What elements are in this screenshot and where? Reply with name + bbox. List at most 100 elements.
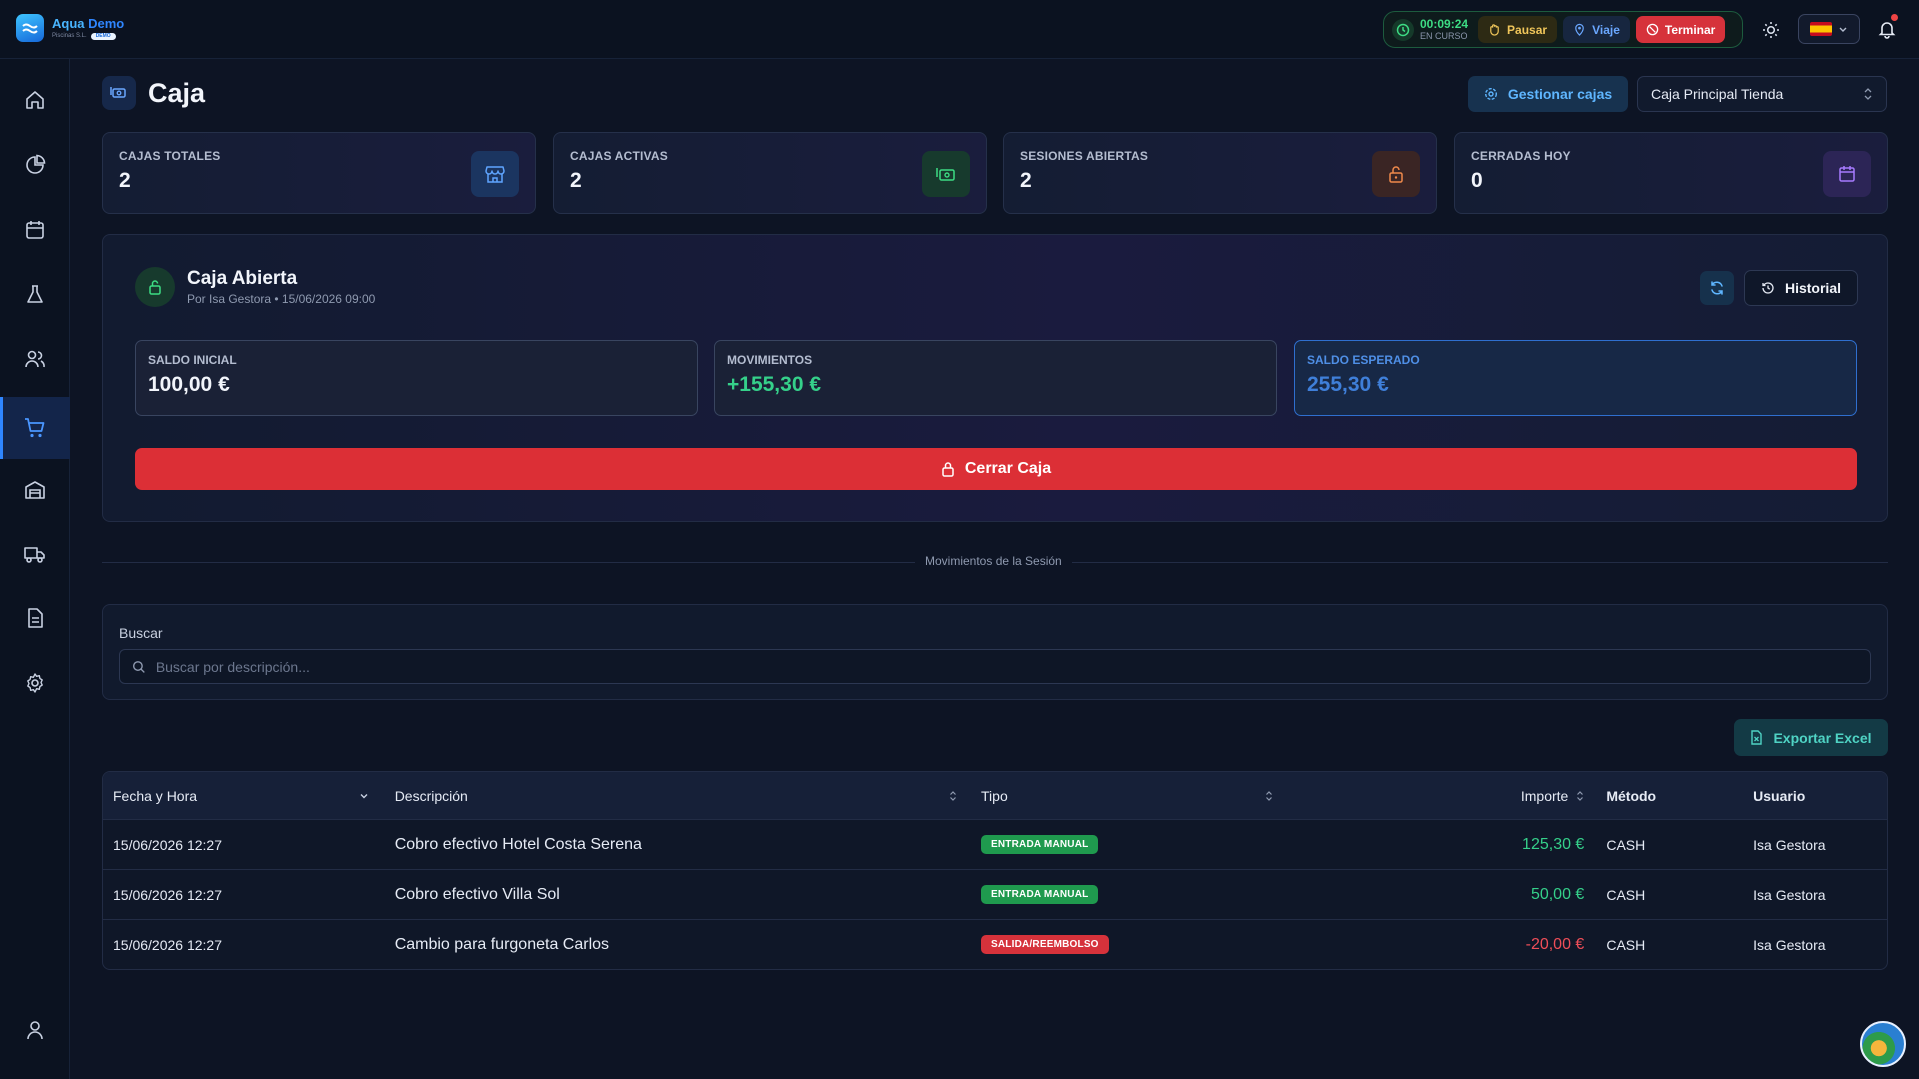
row-description: Cambio para furgoneta Carlos bbox=[394, 935, 610, 953]
shopping-cart-icon bbox=[25, 418, 45, 438]
row-description: Cobro efectivo Villa Sol bbox=[394, 885, 560, 903]
register-select-value: Caja Principal Tienda bbox=[1651, 86, 1784, 102]
truck-icon bbox=[24, 547, 45, 563]
language-select[interactable] bbox=[1798, 14, 1860, 44]
theme-toggle-sun-icon[interactable] bbox=[1760, 19, 1782, 41]
section-divider-label: Movimientos de la Sesión bbox=[915, 554, 1072, 568]
export-excel-button[interactable]: Exportar Excel bbox=[1734, 719, 1888, 756]
column-header-type[interactable]: Tipo bbox=[971, 772, 1287, 819]
unlock-icon bbox=[135, 267, 175, 307]
search-input[interactable] bbox=[155, 658, 1858, 675]
notifications-bell-icon[interactable] bbox=[1876, 14, 1898, 40]
cash-icon bbox=[922, 151, 970, 197]
logo-icon bbox=[16, 14, 44, 42]
sidebar-item-clients[interactable] bbox=[0, 328, 70, 390]
row-type: ENTRADA MANUAL bbox=[971, 870, 1287, 919]
page-header: Caja bbox=[102, 76, 205, 110]
brand-subtitle: Piscinas S.L. bbox=[52, 33, 87, 39]
row-user: Isa Gestora bbox=[1753, 886, 1826, 903]
user-profile-icon[interactable] bbox=[24, 1019, 46, 1041]
sidebar-item-home[interactable] bbox=[0, 69, 70, 131]
column-header-description[interactable]: Descripción bbox=[385, 772, 971, 819]
app-logo[interactable]: Aqua Demo Piscinas S.L. DEMO bbox=[16, 14, 124, 42]
chevron-updown-icon bbox=[1864, 88, 1872, 100]
page-title: Caja bbox=[148, 77, 206, 108]
row-date: 15/06/2026 12:27 bbox=[113, 886, 222, 903]
sort-icon bbox=[1265, 790, 1272, 801]
demo-badge: DEMO bbox=[90, 32, 116, 40]
row-type: SALIDA/REEMBOLSO bbox=[971, 920, 1287, 969]
stat-card-closed-today: CERRADAS HOY 0 bbox=[1454, 132, 1888, 214]
row-method: CASH bbox=[1606, 836, 1646, 853]
spain-flag-icon bbox=[1810, 22, 1832, 36]
row-description: Cobro efectivo Hotel Costa Serena bbox=[394, 835, 642, 853]
search-label: Buscar bbox=[119, 625, 163, 641]
type-badge: ENTRADA MANUAL bbox=[981, 835, 1099, 854]
column-header-user: Usuario bbox=[1753, 787, 1806, 804]
manage-registers-button[interactable]: Gestionar cajas bbox=[1468, 76, 1628, 112]
flask-icon bbox=[27, 285, 43, 303]
row-method: CASH bbox=[1606, 886, 1646, 903]
column-header-date[interactable]: Fecha y Hora bbox=[103, 772, 385, 819]
pie-chart-icon bbox=[26, 154, 46, 174]
row-type: ENTRADA MANUAL bbox=[971, 820, 1287, 869]
sidebar-item-fleet[interactable] bbox=[0, 523, 70, 585]
row-method: CASH bbox=[1606, 936, 1646, 953]
work-timer: 00:09:24 EN CURSO Pausar Viaje Terminar bbox=[1383, 11, 1743, 48]
table-row[interactable]: 15/06/2026 12:27 Cobro efectivo Villa So… bbox=[103, 869, 1887, 919]
sidebar-item-pos[interactable] bbox=[0, 397, 70, 459]
movements-card: MOVIMIENTOS +155,30 € bbox=[714, 340, 1277, 416]
sidebar-item-warehouse[interactable] bbox=[0, 459, 70, 521]
table-row[interactable]: 15/06/2026 12:27 Cambio para furgoneta C… bbox=[103, 919, 1887, 969]
expected-balance-card: SALDO ESPERADO 255,30 € bbox=[1294, 340, 1857, 416]
close-register-button[interactable]: Cerrar Caja bbox=[135, 448, 1857, 490]
pause-hand-icon bbox=[1490, 24, 1499, 36]
movements-table: Fecha y Hora Descripción Tipo Importe Mé… bbox=[102, 771, 1888, 970]
end-button[interactable]: Terminar bbox=[1635, 16, 1726, 43]
timer-time: 00:09:24 bbox=[1420, 17, 1469, 31]
users-icon bbox=[25, 350, 45, 368]
register-select[interactable]: Caja Principal Tienda bbox=[1637, 76, 1887, 112]
stat-card-active-registers: CAJAS ACTIVAS 2 bbox=[553, 132, 987, 214]
history-button[interactable]: Historial bbox=[1744, 270, 1858, 306]
stat-card-total-registers: CAJAS TOTALES 2 bbox=[102, 132, 536, 214]
calendar-icon bbox=[1823, 151, 1871, 197]
sort-icon bbox=[950, 790, 956, 801]
warehouse-icon bbox=[25, 481, 45, 499]
sidebar-item-analysis[interactable] bbox=[0, 263, 70, 325]
calendar-icon bbox=[26, 221, 44, 239]
open-register-panel: Caja Abierta Por Isa Gestora • 15/06/202… bbox=[102, 234, 1888, 522]
column-header-amount[interactable]: Importe bbox=[1287, 772, 1597, 819]
map-pin-icon bbox=[1575, 23, 1584, 36]
stop-icon bbox=[1646, 23, 1659, 36]
refresh-button[interactable] bbox=[1700, 271, 1734, 305]
table-row[interactable]: 15/06/2026 12:27 Cobro efectivo Hotel Co… bbox=[103, 819, 1887, 869]
column-header-method: Método bbox=[1606, 787, 1657, 804]
sidebar-item-reports[interactable] bbox=[0, 134, 70, 196]
row-amount: 50,00 € bbox=[1530, 885, 1585, 903]
sidebar-item-settings[interactable] bbox=[0, 652, 70, 714]
assistant-avatar[interactable] bbox=[1860, 1021, 1906, 1067]
brand-name: Aqua Demo bbox=[52, 15, 125, 31]
pause-button[interactable]: Pausar bbox=[1478, 16, 1558, 43]
sidebar-item-documents[interactable] bbox=[0, 587, 70, 649]
search-panel: Buscar bbox=[102, 604, 1888, 700]
trip-button[interactable]: Viaje bbox=[1563, 16, 1630, 43]
row-user: Isa Gestora bbox=[1753, 936, 1826, 953]
lock-icon bbox=[942, 462, 954, 477]
row-date: 15/06/2026 12:27 bbox=[113, 836, 222, 853]
notification-dot bbox=[1891, 14, 1898, 21]
row-date: 15/06/2026 12:27 bbox=[113, 936, 222, 953]
clock-icon bbox=[1392, 18, 1414, 41]
home-icon bbox=[26, 91, 44, 109]
sidebar-item-calendar[interactable] bbox=[0, 199, 70, 261]
session-title: Caja Abierta bbox=[187, 268, 298, 289]
stat-card-open-sessions: SESIONES ABIERTAS 2 bbox=[1003, 132, 1437, 214]
refresh-icon bbox=[1711, 281, 1723, 295]
search-box[interactable] bbox=[119, 649, 1871, 684]
chevron-down-icon bbox=[360, 793, 368, 798]
store-icon bbox=[471, 151, 519, 197]
type-badge: ENTRADA MANUAL bbox=[981, 885, 1099, 904]
top-bar: Aqua Demo Piscinas S.L. DEMO 00:09:24 EN… bbox=[0, 0, 1919, 59]
type-badge: SALIDA/REEMBOLSO bbox=[981, 935, 1109, 954]
